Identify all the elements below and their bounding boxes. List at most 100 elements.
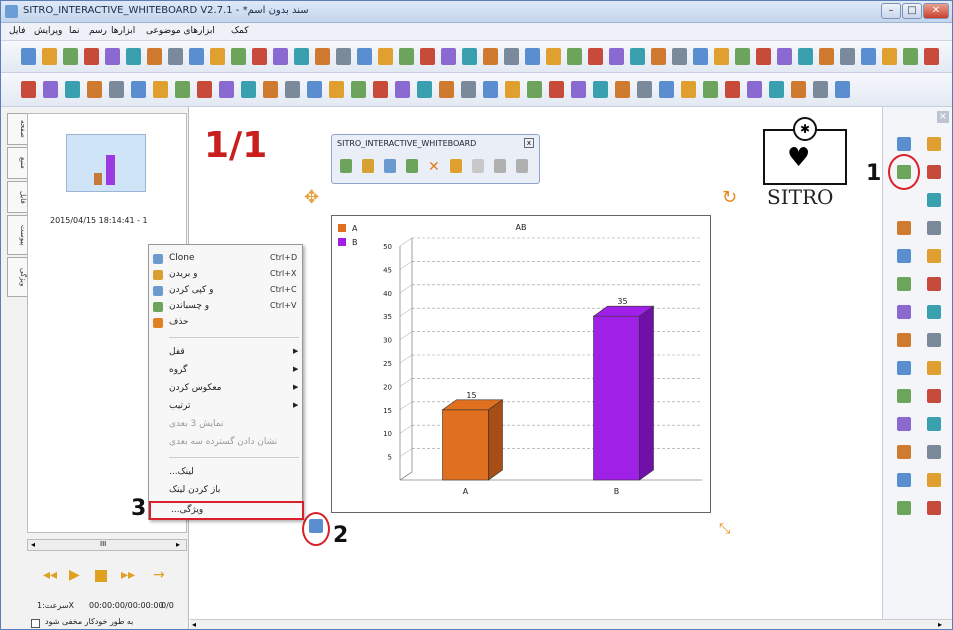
side-tool-icon[interactable]: [927, 417, 941, 431]
toolbar-tool-icon[interactable]: [147, 48, 162, 65]
side-tool-icon[interactable]: [897, 445, 911, 459]
side-tool-icon[interactable]: [927, 501, 941, 515]
toolbar-tool-icon[interactable]: [42, 48, 57, 65]
side-tool-icon[interactable]: [927, 221, 941, 235]
toolbar-tool-icon[interactable]: [504, 48, 519, 65]
toolbar-tool-icon[interactable]: [210, 48, 225, 65]
toolbar-tool-icon[interactable]: [483, 48, 498, 65]
side-tool-icon[interactable]: [927, 333, 941, 347]
menu-item-link[interactable]: ...لینک: [149, 465, 304, 481]
drawing-tool-icon[interactable]: [153, 81, 168, 98]
drawing-tool-icon[interactable]: [263, 81, 278, 98]
menu-edit[interactable]: ویرایش: [34, 26, 62, 36]
scissors-icon[interactable]: [362, 159, 374, 173]
toolbar-tool-icon[interactable]: [462, 48, 477, 65]
drawing-tool-icon[interactable]: [659, 81, 674, 98]
drawing-tool-icon[interactable]: [725, 81, 740, 98]
scroll-left-icon[interactable]: ◂: [31, 540, 35, 549]
drawing-tool-icon[interactable]: [747, 81, 762, 98]
side-tool-icon[interactable]: [897, 473, 911, 487]
toolbar-tool-icon[interactable]: [609, 48, 624, 65]
side-tool-icon[interactable]: [927, 277, 941, 291]
drawing-tool-icon[interactable]: [791, 81, 806, 98]
drawing-tool-icon[interactable]: [329, 81, 344, 98]
drawing-tool-icon[interactable]: [197, 81, 212, 98]
side-tool-icon[interactable]: [927, 361, 941, 375]
tab-attachment[interactable]: پیوست: [7, 215, 27, 255]
drawing-tool-icon[interactable]: [307, 81, 322, 98]
side-tool-icon[interactable]: [927, 389, 941, 403]
scroll-right-icon[interactable]: ▸: [176, 540, 180, 549]
side-tool-icon[interactable]: [927, 473, 941, 487]
hscroll-right-icon[interactable]: ▸: [938, 620, 942, 629]
drawing-tool-icon[interactable]: [527, 81, 542, 98]
drawing-tool-icon[interactable]: [241, 81, 256, 98]
side-tool-icon[interactable]: [927, 165, 941, 179]
menu-view[interactable]: نما: [69, 26, 79, 36]
toolbar-tool-icon[interactable]: [399, 48, 414, 65]
toolbar-tool-icon[interactable]: [441, 48, 456, 65]
toolbar-tool-icon[interactable]: [798, 48, 813, 65]
stop-icon[interactable]: [95, 570, 107, 582]
toolbar-tool-icon[interactable]: [861, 48, 876, 65]
toolbar-tool-icon[interactable]: [420, 48, 435, 65]
drawing-tool-icon[interactable]: [813, 81, 828, 98]
unlock-icon[interactable]: [472, 159, 484, 173]
menu-item-open-link[interactable]: باز کردن لینک: [149, 483, 304, 499]
drawing-tool-icon[interactable]: [21, 81, 36, 98]
delete-icon[interactable]: ✕: [428, 159, 440, 175]
side-tool-icon[interactable]: [927, 137, 941, 151]
menu-file[interactable]: فایل: [9, 26, 25, 36]
side-tool-icon[interactable]: [897, 333, 911, 347]
rewind-icon[interactable]: ◂◂: [43, 567, 57, 583]
ungroup-icon[interactable]: [516, 159, 528, 173]
menu-help[interactable]: کمک: [231, 26, 249, 36]
toolbar-tool-icon[interactable]: [651, 48, 666, 65]
move-handle-icon[interactable]: ✥: [304, 187, 319, 208]
menu-item-group[interactable]: گروه ▶: [149, 363, 304, 379]
tab-file[interactable]: فایل: [7, 181, 27, 213]
drawing-tool-icon[interactable]: [703, 81, 718, 98]
toolbar-tool-icon[interactable]: [231, 48, 246, 65]
drawing-tool-icon[interactable]: [637, 81, 652, 98]
menu-topic-tools[interactable]: ابزارهای موضوعی: [146, 26, 215, 36]
drawing-tool-icon[interactable]: [505, 81, 520, 98]
menu-item-paste[interactable]: و چسباندن Ctrl+V: [149, 299, 304, 315]
drawing-tool-icon[interactable]: [373, 81, 388, 98]
toolbar-tool-icon[interactable]: [252, 48, 267, 65]
resize-handle-icon[interactable]: ⤡: [719, 521, 730, 537]
paste-icon[interactable]: [406, 159, 418, 173]
menu-item-properties[interactable]: ...ویژگی: [149, 501, 304, 520]
side-tool-icon[interactable]: [897, 277, 911, 291]
toolbar-tool-icon[interactable]: [903, 48, 918, 65]
drawing-tool-icon[interactable]: [769, 81, 784, 98]
drawing-tool-icon[interactable]: [461, 81, 476, 98]
auto-hide-checkbox[interactable]: [31, 619, 40, 628]
side-tool-icon[interactable]: [927, 193, 941, 207]
toolbar-tool-icon[interactable]: [693, 48, 708, 65]
drawing-tool-icon[interactable]: [131, 81, 146, 98]
chart-object[interactable]: AB A B 5 10 15 20 25 30 35 40 45 50 15 A 35 B: [331, 215, 711, 513]
drawing-tool-icon[interactable]: [109, 81, 124, 98]
menu-item-lock[interactable]: قفل ▶: [149, 345, 304, 361]
drawing-tool-icon[interactable]: [87, 81, 102, 98]
toolbar-tool-icon[interactable]: [189, 48, 204, 65]
toolbar-tool-icon[interactable]: [378, 48, 393, 65]
side-tool-icon[interactable]: [897, 417, 911, 431]
page-thumbnail[interactable]: [66, 134, 146, 192]
toolbar-tool-icon[interactable]: [294, 48, 309, 65]
drawing-tool-icon[interactable]: [65, 81, 80, 98]
drawing-tool-icon[interactable]: [175, 81, 190, 98]
drawing-tool-icon[interactable]: [615, 81, 630, 98]
side-tool-icon[interactable]: [897, 137, 911, 151]
drawing-tool-icon[interactable]: [219, 81, 234, 98]
toolbar-tool-icon[interactable]: [672, 48, 687, 65]
drawing-tool-icon[interactable]: [439, 81, 454, 98]
tab-source[interactable]: منبع: [7, 147, 27, 179]
drawing-tool-icon[interactable]: [571, 81, 586, 98]
maximize-button[interactable]: □: [902, 3, 922, 19]
menu-item-clone[interactable]: Clone Ctrl+D: [149, 251, 304, 267]
toolbar-tool-icon[interactable]: [126, 48, 141, 65]
group-icon[interactable]: [494, 159, 506, 173]
thumb-hscroll[interactable]: ◂ III ▸: [27, 539, 187, 551]
